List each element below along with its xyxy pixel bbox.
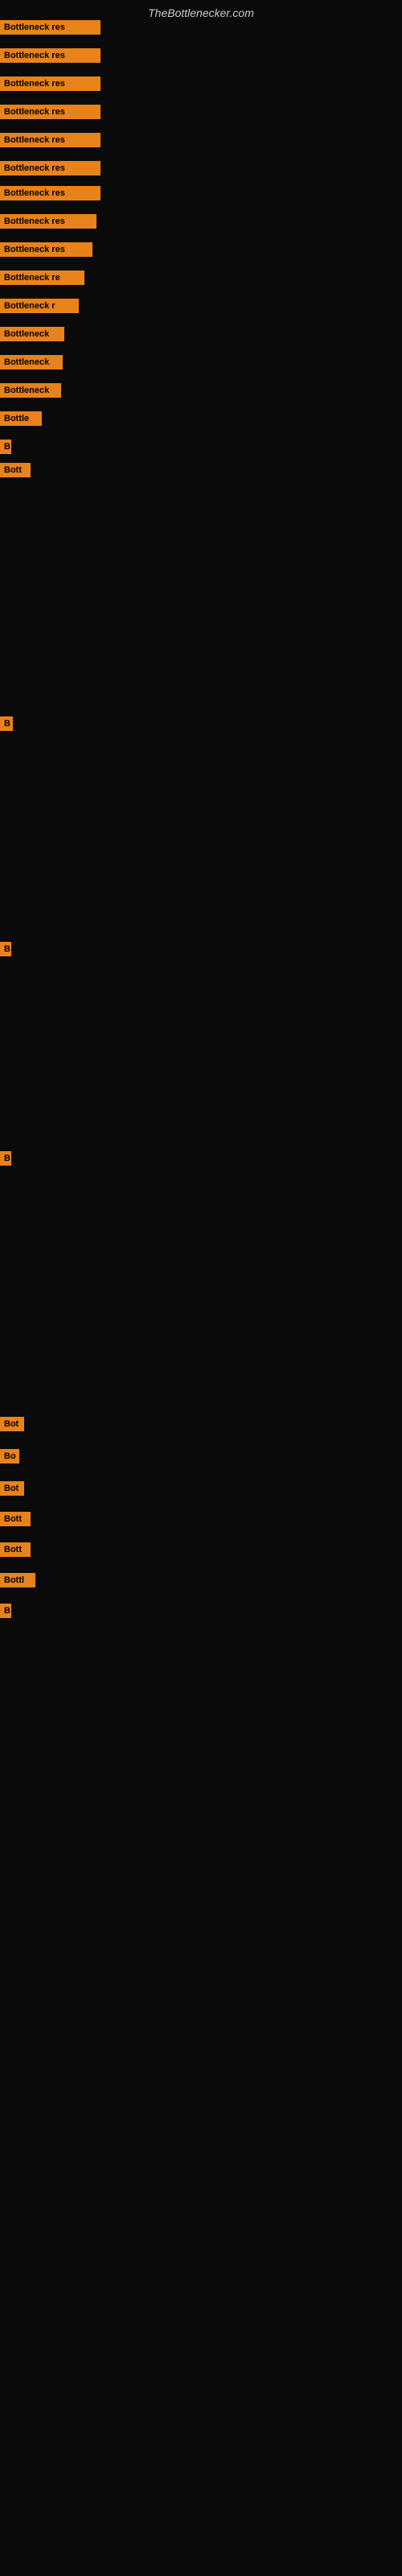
bottleneck-item-15[interactable]: Bottle xyxy=(0,411,42,426)
bottleneck-item-9[interactable]: Bottleneck res xyxy=(0,242,92,257)
bottleneck-item-3[interactable]: Bottleneck res xyxy=(0,76,100,91)
bottleneck-item-18[interactable]: B xyxy=(0,716,13,731)
bottleneck-item-12[interactable]: Bottleneck xyxy=(0,327,64,341)
bottleneck-item-20[interactable]: B xyxy=(0,1151,11,1166)
bottleneck-item-17[interactable]: Bott xyxy=(0,463,31,477)
bottleneck-item-19[interactable]: B xyxy=(0,942,11,956)
bottleneck-item-21[interactable]: Bot xyxy=(0,1417,24,1431)
bottleneck-item-27[interactable]: B xyxy=(0,1604,11,1618)
bottleneck-item-14[interactable]: Bottleneck xyxy=(0,383,61,398)
bottleneck-item-23[interactable]: Bot xyxy=(0,1481,24,1496)
bottleneck-item-5[interactable]: Bottleneck res xyxy=(0,133,100,147)
bottleneck-item-26[interactable]: Bottl xyxy=(0,1573,35,1587)
bottleneck-item-13[interactable]: Bottleneck xyxy=(0,355,63,369)
bottleneck-item-10[interactable]: Bottleneck re xyxy=(0,270,84,285)
bottleneck-item-22[interactable]: Bo xyxy=(0,1449,19,1463)
bottleneck-item-16[interactable]: B xyxy=(0,440,11,454)
bottleneck-item-4[interactable]: Bottleneck res xyxy=(0,105,100,119)
bottleneck-item-24[interactable]: Bott xyxy=(0,1512,31,1526)
bottleneck-item-1[interactable]: Bottleneck res xyxy=(0,20,100,35)
bottleneck-item-25[interactable]: Bott xyxy=(0,1542,31,1557)
bottleneck-item-7[interactable]: Bottleneck res xyxy=(0,186,100,200)
bottleneck-item-6[interactable]: Bottleneck res xyxy=(0,161,100,175)
bottleneck-item-11[interactable]: Bottleneck r xyxy=(0,299,79,313)
bottleneck-item-8[interactable]: Bottleneck res xyxy=(0,214,96,229)
bottleneck-item-2[interactable]: Bottleneck res xyxy=(0,48,100,63)
